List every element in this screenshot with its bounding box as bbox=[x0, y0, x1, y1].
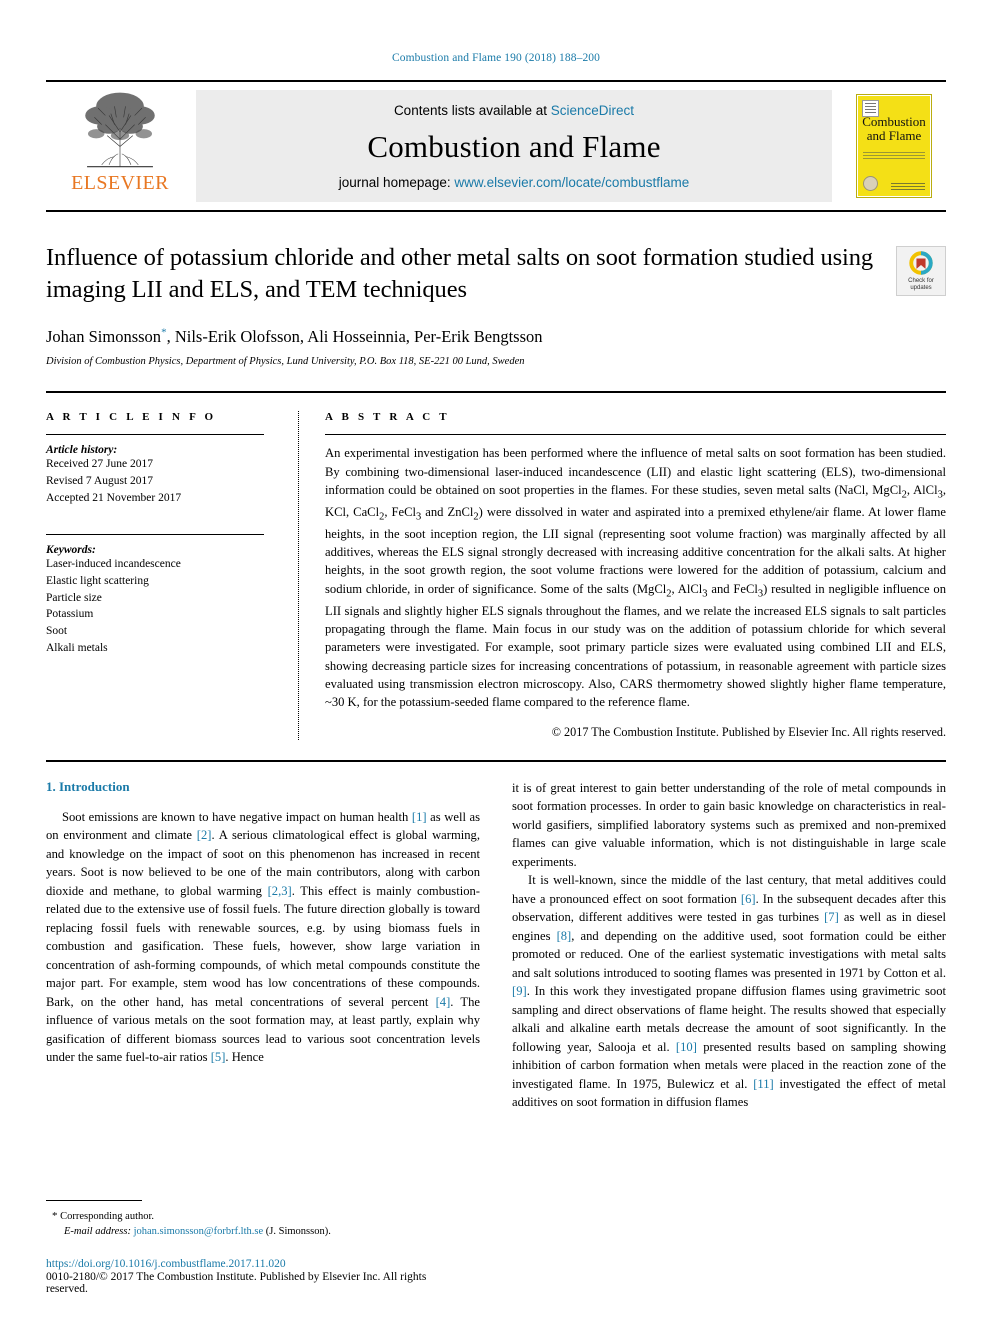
journal-cover-thumbnail: Combustion and Flame bbox=[842, 82, 946, 210]
info-abstract-region: A R T I C L E I N F O Article history: R… bbox=[46, 411, 946, 740]
crossmark-label-line2: updates bbox=[910, 285, 932, 291]
sciencedirect-band: Contents lists available at ScienceDirec… bbox=[196, 90, 832, 202]
citation-link[interactable]: [2] bbox=[197, 828, 212, 842]
crossmark-badge[interactable]: Check for updates bbox=[896, 246, 946, 296]
intro-paragraph-left: Soot emissions are known to have negativ… bbox=[46, 808, 480, 1067]
intro-text-d: . This effect is mainly combustion-relat… bbox=[46, 883, 480, 1009]
cover-title: Combustion and Flame bbox=[857, 114, 931, 144]
crossmark-label-line1: Check for bbox=[908, 278, 934, 285]
abstract-text: An experimental investigation has been p… bbox=[325, 446, 946, 710]
doi-block: https://doi.org/10.1016/j.combustflame.2… bbox=[46, 1258, 470, 1295]
citation-link[interactable]: [1] bbox=[412, 810, 427, 824]
footnote-rule bbox=[46, 1199, 142, 1201]
keyword-item: Soot bbox=[46, 624, 68, 637]
elsevier-tree-icon bbox=[85, 92, 155, 168]
article-info-rule bbox=[46, 434, 264, 436]
title-block: Influence of potassium chloride and othe… bbox=[46, 242, 946, 367]
elsevier-logo: ELSEVIER bbox=[46, 82, 194, 210]
homepage-prefix: journal homepage: bbox=[338, 175, 455, 190]
email-link[interactable]: johan.simonsson@forbrf.lth.se bbox=[134, 1226, 264, 1237]
citation-link[interactable]: [11] bbox=[753, 1077, 774, 1091]
keyword-item: Laser-induced incandescence bbox=[46, 558, 181, 571]
journal-homepage-link[interactable]: www.elsevier.com/locate/combustflame bbox=[454, 175, 689, 190]
divider-below-abstract bbox=[46, 759, 946, 762]
right-column: it is of great interest to gain better u… bbox=[512, 779, 946, 1112]
abstract-heading: A B S T R A C T bbox=[325, 411, 450, 424]
title-text-group: Influence of potassium chloride and othe… bbox=[46, 242, 896, 367]
contents-available-line: Contents lists available at ScienceDirec… bbox=[394, 103, 634, 118]
abstract-rule bbox=[325, 434, 946, 436]
article-history-label: Article history: bbox=[46, 444, 118, 457]
crossmark-label: Check for updates bbox=[908, 278, 934, 292]
corresponding-label: Corresponding author. bbox=[60, 1210, 155, 1222]
sciencedirect-link[interactable]: ScienceDirect bbox=[551, 103, 634, 118]
intro-text-a: Soot emissions are known to have negativ… bbox=[62, 809, 412, 824]
citation-link[interactable]: [5] bbox=[211, 1050, 226, 1064]
citation-link[interactable]: [7] bbox=[824, 910, 839, 924]
email-label: E-mail address: bbox=[64, 1226, 131, 1238]
citation-link[interactable]: [10] bbox=[676, 1040, 697, 1054]
citation-link[interactable]: [6] bbox=[741, 892, 756, 906]
introduction-heading: 1. Introduction bbox=[46, 778, 130, 794]
paper-page: Combustion and Flame 190 (2018) 188–200 bbox=[0, 0, 992, 1323]
keyword-item: Particle size bbox=[46, 591, 102, 604]
cover-title-line1: Combustion bbox=[862, 114, 926, 129]
divider-above-info bbox=[46, 391, 946, 394]
article-received-date: Received 27 June 2017 bbox=[46, 458, 153, 471]
author-list: Johan Simonsson*, Nils-Erik Olofsson, Al… bbox=[46, 327, 878, 348]
contents-prefix: Contents lists available at bbox=[393, 103, 551, 118]
crossmark-icon bbox=[909, 251, 933, 275]
abstract-column: A B S T R A C T An experimental investig… bbox=[298, 411, 946, 740]
journal-masthead: ELSEVIER Contents lists available at Sci… bbox=[46, 80, 946, 212]
intro-paragraph-right-1: it is of great interest to gain better u… bbox=[512, 780, 946, 869]
citation-link[interactable]: [2,3] bbox=[268, 884, 292, 898]
journal-title: Combustion and Flame bbox=[367, 128, 661, 164]
body-columns: 1. Introduction Soot emissions are known… bbox=[46, 779, 946, 1112]
cover-image: Combustion and Flame bbox=[856, 94, 932, 198]
article-info-column: A R T I C L E I N F O Article history: R… bbox=[46, 411, 298, 740]
doi-link[interactable]: https://doi.org/10.1016/j.combustflame.2… bbox=[46, 1258, 470, 1270]
intro-paragraph-right-2: It is well-known, since the middle of th… bbox=[512, 871, 946, 1112]
citation-link[interactable]: [8] bbox=[557, 929, 572, 943]
corresponding-author-note: * Corresponding author. bbox=[46, 1208, 470, 1225]
keyword-item: Elastic light scattering bbox=[46, 574, 149, 587]
corresponding-marker: * bbox=[52, 1209, 58, 1222]
journal-homepage-line: journal homepage: www.elsevier.com/locat… bbox=[339, 175, 689, 190]
author-names-text: Johan Simonsson*, Nils-Erik Olofsson, Al… bbox=[46, 326, 543, 347]
abstract-copyright: © 2017 The Combustion Institute. Publish… bbox=[551, 724, 946, 739]
email-note: E-mail address: johan.simonsson@forbrf.l… bbox=[46, 1224, 470, 1240]
cover-footer-lines bbox=[891, 183, 925, 191]
cover-title-line2: and Flame bbox=[866, 128, 922, 144]
keyword-item: Alkali metals bbox=[46, 641, 108, 654]
article-info-heading: A R T I C L E I N F O bbox=[46, 411, 217, 424]
author-names: Johan Simonsson*, Nils-Erik Olofsson, Al… bbox=[46, 326, 543, 347]
left-column: 1. Introduction Soot emissions are known… bbox=[46, 779, 480, 1112]
keywords-label: Keywords: bbox=[46, 544, 96, 557]
citation-link[interactable]: [9] bbox=[512, 984, 527, 998]
elsevier-wordmark: ELSEVIER bbox=[71, 172, 169, 194]
intro2-text-d: , and depending on the additive used, so… bbox=[512, 928, 946, 980]
affiliation: Division of Combustion Physics, Departme… bbox=[46, 356, 525, 368]
article-revised-date: Revised 7 August 2017 bbox=[46, 474, 154, 487]
cover-subtitle-lines bbox=[863, 152, 925, 159]
email-suffix: (J. Simonsson). bbox=[265, 1226, 331, 1238]
cover-seal-icon bbox=[863, 176, 878, 191]
keywords-rule bbox=[46, 534, 264, 536]
page-title: Influence of potassium chloride and othe… bbox=[46, 244, 874, 304]
intro-text-f: . Hence bbox=[225, 1050, 264, 1065]
page-footnote: * Corresponding author. E-mail address: … bbox=[46, 1199, 470, 1295]
article-accepted-date: Accepted 21 November 2017 bbox=[46, 491, 182, 504]
running-head: Combustion and Flame 190 (2018) 188–200 bbox=[391, 52, 600, 64]
keyword-item: Potassium bbox=[46, 608, 94, 621]
citation-link[interactable]: [4] bbox=[436, 995, 451, 1009]
issn-copyright-line: 0010-2180/© 2017 The Combustion Institut… bbox=[46, 1271, 427, 1295]
